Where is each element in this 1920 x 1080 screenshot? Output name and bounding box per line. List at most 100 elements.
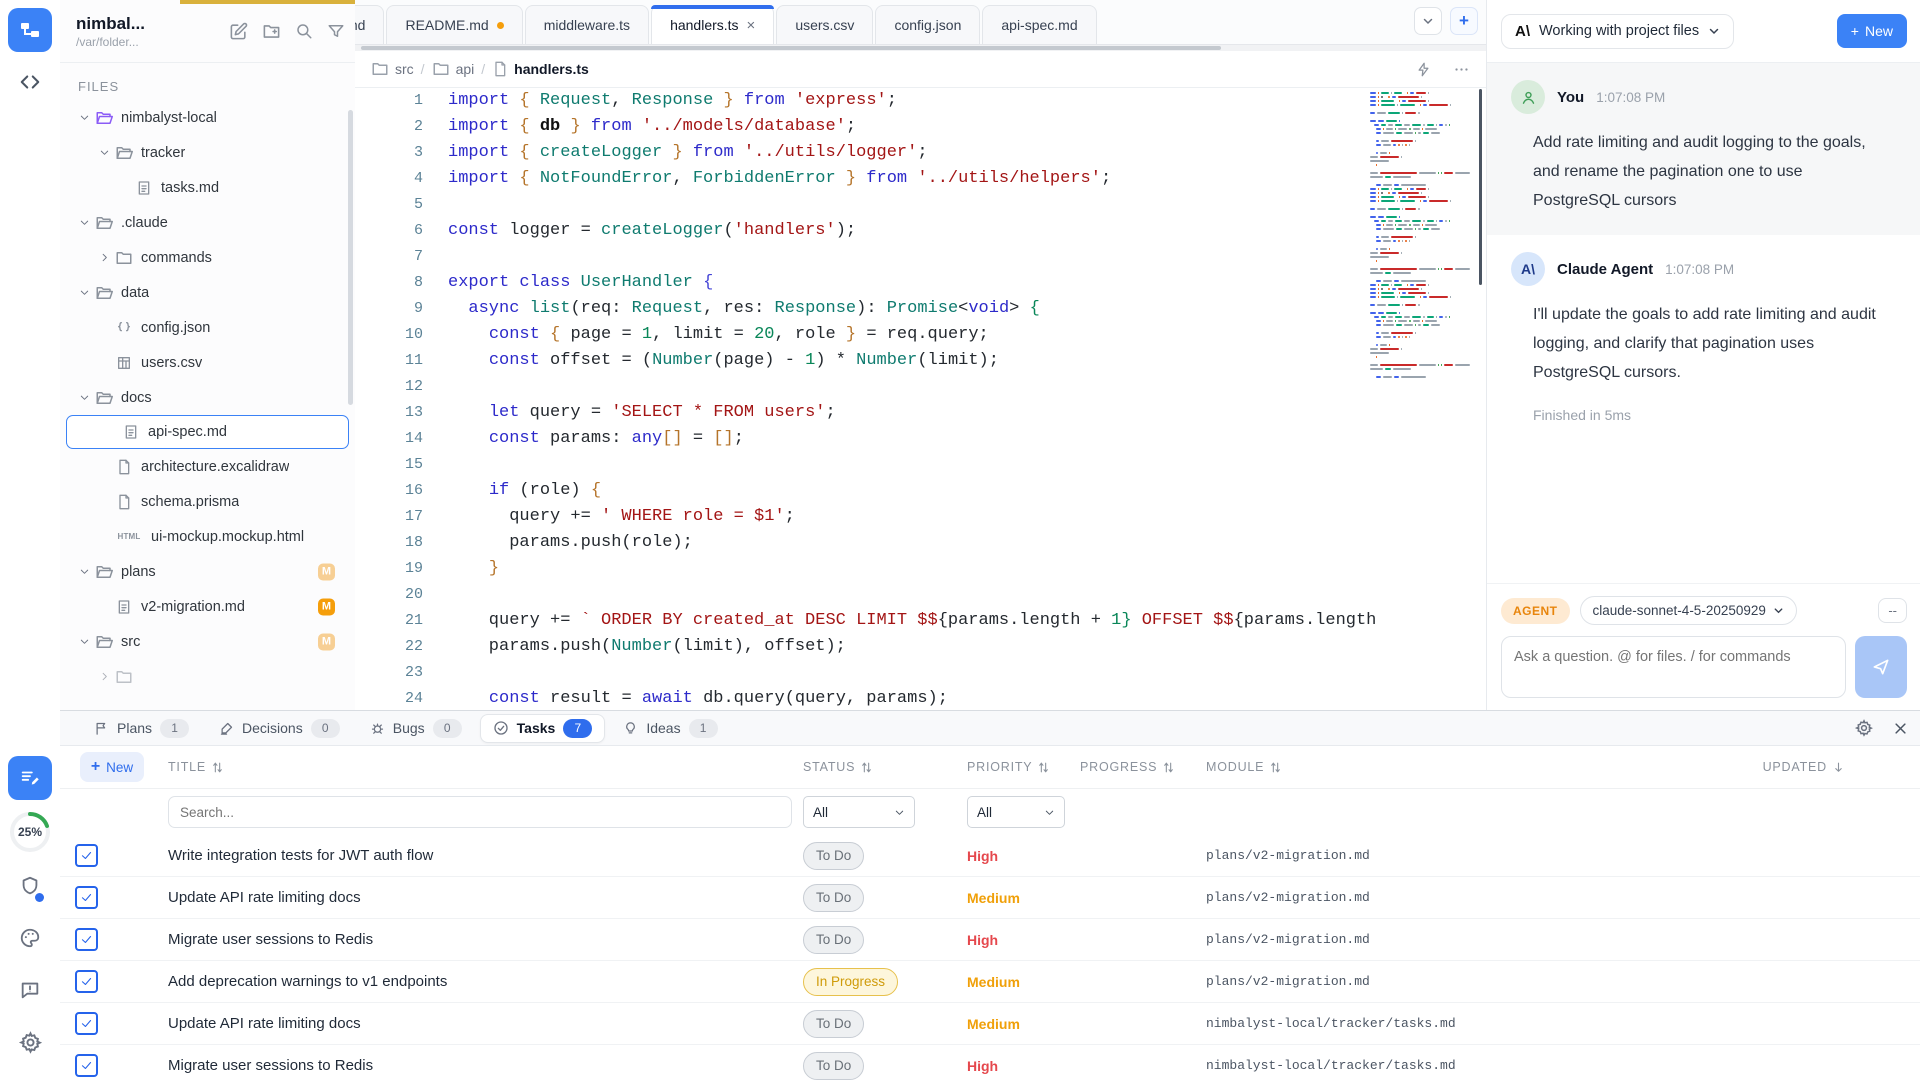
status-filter-select[interactable]: All — [803, 796, 915, 828]
chat-input[interactable] — [1501, 636, 1846, 698]
task-checkbox[interactable] — [75, 970, 98, 993]
tree-item-docs[interactable]: docs — [60, 380, 355, 415]
tree-item-tasks-md[interactable]: tasks.md — [60, 170, 355, 205]
settings-gear-icon[interactable] — [8, 1020, 52, 1064]
task-row[interactable]: Update API rate limiting docsTo DoMedium… — [60, 877, 1920, 919]
tree-item-ui-mockup-mockup-html[interactable]: HTMLui-mockup.mockup.html — [60, 519, 355, 554]
tab-config-json[interactable]: config.json — [875, 5, 980, 44]
tab-api-spec-md[interactable]: api-spec.md — [982, 5, 1096, 44]
search-icon[interactable] — [295, 22, 313, 41]
tree-item-architecture-excalidraw[interactable]: architecture.excalidraw — [60, 449, 355, 484]
task-row[interactable]: Write integration tests for JWT auth flo… — [60, 835, 1920, 877]
task-row[interactable]: Update API rate limiting docsTo DoMedium… — [60, 1003, 1920, 1045]
edit-icon[interactable] — [229, 22, 248, 41]
tab-middleware-ts[interactable]: middleware.ts — [525, 5, 649, 44]
breadcrumb-handlers-ts[interactable]: handlers.ts — [492, 61, 589, 77]
chevron-right-icon[interactable] — [94, 671, 114, 682]
new-tab-button[interactable]: + — [1450, 7, 1478, 35]
tabstrip-scrollbar[interactable] — [355, 45, 1486, 51]
sort-icon[interactable] — [1162, 761, 1175, 774]
filter-icon[interactable] — [327, 22, 345, 41]
panel-tab-ideas[interactable]: Ideas1 — [611, 715, 729, 742]
panel-tab-bugs[interactable]: Bugs0 — [358, 715, 474, 742]
usage-progress-ring[interactable]: 25% — [8, 810, 52, 854]
chevron-down-icon[interactable] — [74, 392, 94, 403]
panel-close-icon[interactable] — [1893, 721, 1908, 736]
panel-tab-tasks[interactable]: Tasks7 — [480, 714, 606, 743]
new-folder-icon[interactable] — [262, 22, 281, 41]
task-checkbox[interactable] — [75, 1012, 98, 1035]
tree-item[interactable] — [60, 659, 355, 694]
tree-item-data[interactable]: data — [60, 275, 355, 310]
tree-item-nimbalyst-local[interactable]: nimbalyst-local — [60, 100, 355, 135]
send-button[interactable] — [1855, 636, 1907, 698]
tree-item-plans[interactable]: plansM — [60, 554, 355, 589]
task-search-input[interactable] — [168, 796, 792, 828]
theme-palette-icon[interactable] — [8, 916, 52, 960]
tab-readme-md[interactable]: README.md — [386, 5, 522, 44]
tree-item-tracker[interactable]: tracker — [60, 135, 355, 170]
new-chat-button[interactable]: +New — [1837, 14, 1907, 48]
breadcrumb-src[interactable]: src — [371, 60, 414, 78]
chevron-down-icon[interactable] — [74, 112, 94, 123]
sidebar-scrollbar[interactable] — [348, 110, 353, 405]
tree-item-schema-prisma[interactable]: schema.prisma — [60, 484, 355, 519]
priority-filter-select[interactable]: All — [967, 796, 1065, 828]
app-logo-icon[interactable] — [8, 8, 52, 52]
session-selector[interactable]: A\ Working with project files — [1501, 14, 1734, 49]
editor-scrollbar[interactable] — [1479, 89, 1482, 285]
task-checkbox[interactable] — [75, 1054, 98, 1077]
tree-item-src[interactable]: srcM — [60, 624, 355, 659]
chevron-down-icon[interactable] — [74, 566, 94, 577]
feedback-icon[interactable] — [8, 968, 52, 1012]
tree-item-api-spec-md[interactable]: api-spec.md — [66, 415, 349, 449]
tab-md[interactable]: md — [355, 5, 384, 44]
notes-panel-button[interactable] — [8, 756, 52, 800]
sort-desc-icon[interactable] — [1832, 761, 1845, 774]
bolt-icon[interactable] — [1416, 62, 1431, 77]
tree-item-users-csv[interactable]: users.csv — [60, 345, 355, 380]
column-header-progress[interactable]: PROGRESS — [1080, 760, 1206, 774]
security-shield-icon[interactable] — [8, 864, 52, 908]
tree-item-commands[interactable]: commands — [60, 240, 355, 275]
chevron-down-icon[interactable] — [74, 636, 94, 647]
tab-users-csv[interactable]: users.csv — [776, 5, 873, 44]
close-tab-icon[interactable]: × — [747, 17, 756, 34]
task-checkbox[interactable] — [75, 844, 98, 867]
chevron-down-icon[interactable] — [94, 147, 114, 158]
chevron-right-icon[interactable] — [94, 252, 114, 263]
new-task-button[interactable]: +New — [80, 752, 144, 782]
tab-overflow-button[interactable] — [1414, 7, 1442, 35]
column-header-module[interactable]: MODULE — [1206, 760, 1700, 774]
breadcrumb-api[interactable]: api — [432, 60, 475, 78]
chat-more-button[interactable]: -- — [1878, 598, 1907, 623]
code-editor[interactable]: 1import { Request, Response } from 'expr… — [355, 88, 1486, 712]
tree-item-config-json[interactable]: config.json — [60, 310, 355, 345]
tree-item--claude[interactable]: .claude — [60, 205, 355, 240]
sort-icon[interactable] — [1269, 761, 1282, 774]
more-actions-icon[interactable] — [1453, 61, 1470, 78]
line-number: 11 — [355, 348, 423, 374]
panel-tab-plans[interactable]: Plans1 — [82, 715, 201, 742]
panel-tab-decisions[interactable]: Decisions0 — [207, 715, 352, 742]
task-checkbox[interactable] — [75, 886, 98, 909]
tree-item-v2-migration-md[interactable]: v2-migration.mdM — [60, 589, 355, 624]
sort-icon[interactable] — [1037, 761, 1050, 774]
code-view-icon[interactable] — [8, 60, 52, 104]
task-row[interactable]: Migrate user sessions to RedisTo DoHighp… — [60, 919, 1920, 961]
minimap[interactable] — [1370, 92, 1470, 380]
chevron-down-icon[interactable] — [74, 217, 94, 228]
tab-handlers-ts[interactable]: handlers.ts× — [651, 5, 774, 44]
sort-icon[interactable] — [860, 761, 873, 774]
column-header-updated[interactable]: UPDATED — [1700, 760, 1920, 774]
chevron-down-icon[interactable] — [74, 287, 94, 298]
model-selector[interactable]: claude-sonnet-4-5-20250929 — [1580, 596, 1797, 625]
panel-settings-icon[interactable] — [1855, 719, 1873, 737]
sort-icon[interactable] — [211, 761, 224, 774]
task-row[interactable]: Migrate user sessions to RedisTo DoHighn… — [60, 1045, 1920, 1080]
column-header-priority[interactable]: PRIORITY — [967, 760, 1080, 774]
task-checkbox[interactable] — [75, 928, 98, 951]
task-row[interactable]: Add deprecation warnings to v1 endpoints… — [60, 961, 1920, 1003]
column-header-status[interactable]: STATUS — [803, 760, 967, 774]
column-header-title[interactable]: TITLE — [168, 760, 803, 774]
